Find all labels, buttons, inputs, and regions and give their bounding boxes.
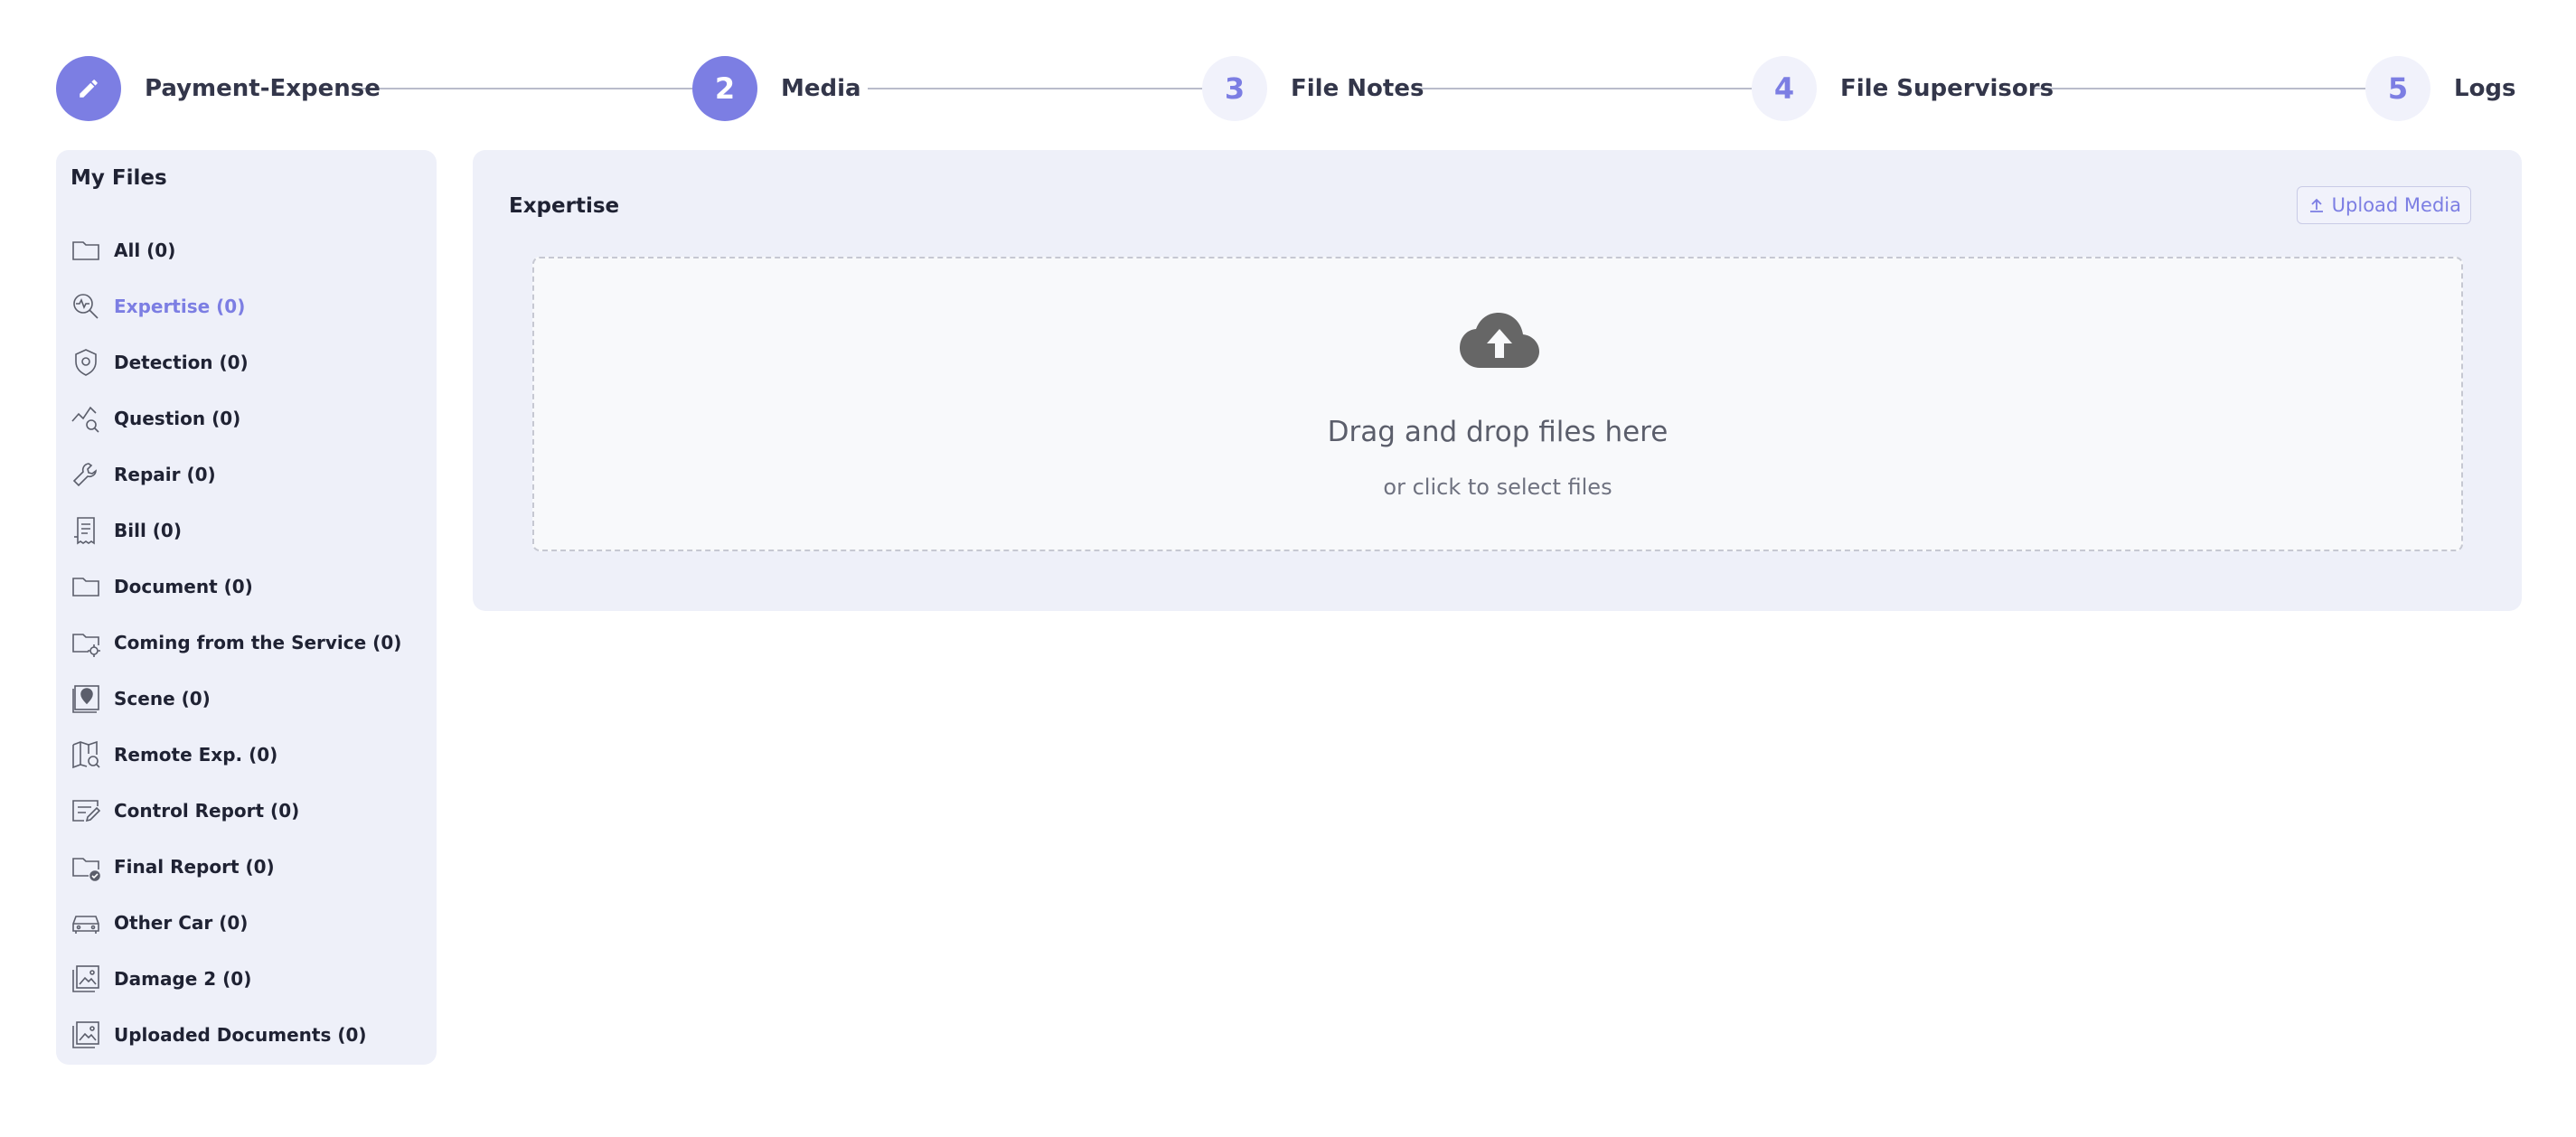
upload-media-label: Upload Media — [2331, 194, 2461, 216]
sidebar-item-label: Control Report (0) — [114, 800, 300, 822]
step-file-supervisors[interactable]: 4 File Supervisors — [1752, 55, 2054, 122]
report-edit-icon — [71, 795, 101, 826]
shield-icon — [71, 347, 101, 378]
sidebar-item-uploaded-documents[interactable]: Uploaded Documents (0) — [71, 1007, 401, 1063]
map-search-icon — [71, 739, 101, 770]
sidebar-item-label: Damage 2 (0) — [114, 968, 252, 990]
sidebar-item-label: Bill (0) — [114, 520, 182, 541]
step-number: 3 — [1202, 56, 1267, 121]
folder-check-icon — [71, 851, 101, 882]
image-stack-icon — [71, 963, 101, 994]
step-number: 4 — [1752, 56, 1817, 121]
file-category-list: All (0) Expertise (0) Detection (0) Ques… — [71, 222, 401, 1063]
step-circle — [56, 56, 121, 121]
sidebar-item-label: Question (0) — [114, 408, 241, 429]
step-connector — [1417, 88, 1752, 89]
upload-media-button[interactable]: Upload Media — [2296, 186, 2471, 224]
sidebar-item-label: Other Car (0) — [114, 912, 249, 934]
step-number: 2 — [692, 56, 757, 121]
sidebar-title: My Files — [71, 166, 167, 190]
sidebar-item-label: Detection (0) — [114, 352, 249, 373]
sidebar-item-label: Final Report (0) — [114, 856, 275, 878]
step-file-notes[interactable]: 3 File Notes — [1202, 55, 1424, 122]
sidebar-item-label: Remote Exp. (0) — [114, 744, 278, 766]
sidebar-item-control-report[interactable]: Control Report (0) — [71, 783, 401, 839]
folder-icon — [71, 571, 101, 602]
panel-title: Expertise — [509, 194, 620, 218]
step-number: 5 — [2365, 56, 2430, 121]
sidebar-item-label: Repair (0) — [114, 464, 216, 485]
sidebar-item-expertise[interactable]: Expertise (0) — [71, 278, 401, 334]
step-label: File Supervisors — [1840, 75, 2054, 102]
expertise-search-icon — [71, 291, 101, 322]
wrench-icon — [71, 459, 101, 490]
step-label: Logs — [2454, 75, 2516, 102]
sidebar-item-label: All (0) — [114, 240, 176, 261]
sidebar-item-final-report[interactable]: Final Report (0) — [71, 839, 401, 895]
step-media[interactable]: 2 Media — [692, 55, 861, 122]
my-files-sidebar: My Files All (0) Expertise (0) Detection… — [56, 150, 437, 1065]
sidebar-item-other-car[interactable]: Other Car (0) — [71, 895, 401, 951]
step-connector — [358, 88, 692, 89]
sidebar-item-label: Coming from the Service (0) — [114, 632, 402, 653]
dropzone-subtitle: or click to select files — [1383, 475, 1612, 500]
media-panel: Expertise Upload Media Drag and drop fil… — [473, 150, 2522, 611]
step-logs[interactable]: 5 Logs — [2365, 55, 2516, 122]
step-label: Payment-Expense — [145, 75, 381, 102]
dropzone-title: Drag and drop files here — [1327, 416, 1669, 448]
folder-icon — [71, 235, 101, 266]
step-connector — [2031, 88, 2365, 89]
chart-search-icon — [71, 403, 101, 434]
sidebar-item-document[interactable]: Document (0) — [71, 559, 401, 615]
sidebar-item-label: Uploaded Documents (0) — [114, 1024, 367, 1046]
sidebar-item-damage-2[interactable]: Damage 2 (0) — [71, 951, 401, 1007]
pencil-icon — [80, 80, 98, 98]
folder-gear-icon — [71, 627, 101, 658]
sidebar-item-bill[interactable]: Bill (0) — [71, 503, 401, 559]
step-payment-expense[interactable]: Payment-Expense — [56, 55, 381, 122]
step-label: Media — [781, 75, 861, 102]
car-icon — [71, 907, 101, 938]
sidebar-item-detection[interactable]: Detection (0) — [71, 334, 401, 390]
sidebar-item-question[interactable]: Question (0) — [71, 390, 401, 446]
stepper: Payment-Expense 2 Media 3 File Notes 4 F… — [56, 55, 2516, 122]
step-label: File Notes — [1291, 75, 1424, 102]
map-pin-icon — [71, 683, 101, 714]
sidebar-item-scene[interactable]: Scene (0) — [71, 671, 401, 727]
sidebar-item-label: Document (0) — [114, 576, 253, 597]
cloud-upload-icon — [1460, 313, 1539, 368]
sidebar-item-label: Scene (0) — [114, 688, 211, 709]
sidebar-item-remote-exp[interactable]: Remote Exp. (0) — [71, 727, 401, 783]
step-connector — [868, 88, 1202, 89]
upload-icon — [2309, 198, 2323, 212]
image-stack-icon — [71, 1020, 101, 1050]
sidebar-item-all[interactable]: All (0) — [71, 222, 401, 278]
sidebar-item-repair[interactable]: Repair (0) — [71, 446, 401, 503]
sidebar-item-coming-from-service[interactable]: Coming from the Service (0) — [71, 615, 401, 671]
sidebar-item-label: Expertise (0) — [114, 296, 246, 317]
file-dropzone[interactable]: Drag and drop files here or click to sel… — [532, 257, 2463, 551]
receipt-icon — [71, 515, 101, 546]
